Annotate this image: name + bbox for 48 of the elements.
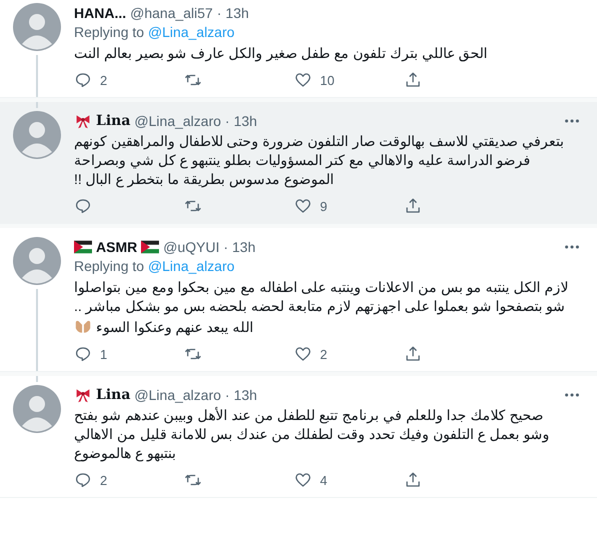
heart-icon[interactable] bbox=[294, 471, 312, 489]
more-icon[interactable] bbox=[563, 118, 581, 124]
like-count: 2 bbox=[320, 346, 328, 362]
user-name[interactable]: HANA... bbox=[74, 4, 126, 20]
separator-dot: · bbox=[223, 238, 228, 254]
like-count: 10 bbox=[320, 72, 334, 88]
avatar[interactable] bbox=[13, 385, 61, 433]
user-name[interactable]: Lina bbox=[96, 386, 130, 402]
user-handle[interactable]: @Lina_alzaro bbox=[134, 112, 222, 128]
user-handle[interactable]: @uQYUI bbox=[163, 238, 220, 254]
share-icon[interactable] bbox=[404, 345, 422, 363]
replying-label: Replying to @Lina_alzaro bbox=[74, 258, 235, 274]
share-icon[interactable] bbox=[404, 71, 422, 89]
reply-count: 2 bbox=[100, 72, 108, 88]
reply-icon[interactable] bbox=[74, 471, 92, 489]
like-count: 9 bbox=[320, 198, 328, 214]
separator-dot: · bbox=[216, 4, 222, 20]
reply-icon[interactable] bbox=[74, 345, 92, 363]
reply-icon[interactable] bbox=[74, 197, 92, 215]
tweet-time[interactable]: 13h bbox=[232, 238, 256, 254]
share-icon[interactable] bbox=[404, 471, 422, 489]
tweet-text: لازم الكل ينتبه مو بس من الاعلانات وينتبه على اطفاله مع مين بحكوا ومع مين بتواصلوا شو بتصفحوا شو بعملوا على اجهزتهم لازم متابعة لحضه بلحضه بس مو بشكل مباشر .. bbox=[74, 279, 568, 314]
tweet-time[interactable]: 13h bbox=[234, 386, 258, 402]
user-handle[interactable]: @Lina_alzaro bbox=[134, 386, 222, 402]
tweet-time[interactable]: 13h bbox=[226, 4, 249, 20]
avatar[interactable] bbox=[13, 237, 61, 285]
separator-dot: · bbox=[225, 386, 230, 402]
more-icon[interactable] bbox=[563, 244, 581, 250]
reply-count: 1 bbox=[100, 346, 108, 362]
separator-dot: · bbox=[225, 112, 230, 128]
tweet-text: الله يبعد عنهم وعنكوا السوء bbox=[96, 319, 254, 335]
heart-icon[interactable] bbox=[294, 71, 312, 89]
share-icon[interactable] bbox=[404, 197, 422, 215]
user-handle[interactable]: @hana_ali57 bbox=[130, 4, 213, 20]
heart-icon[interactable] bbox=[294, 345, 312, 363]
user-name[interactable]: Lina bbox=[96, 112, 130, 128]
user-name[interactable]: ASMR bbox=[96, 238, 138, 254]
replying-label: Replying to @Lina_alzaro bbox=[74, 24, 235, 40]
reply-count: 2 bbox=[100, 472, 108, 488]
heart-icon[interactable] bbox=[294, 197, 312, 215]
more-icon[interactable] bbox=[563, 392, 581, 398]
tweet-text: الحق عاللي بترك تلفون مع طفل صغير والكل عارف شو بصير بعالم النت bbox=[74, 45, 488, 61]
reply-icon[interactable] bbox=[74, 71, 92, 89]
like-count: 4 bbox=[320, 472, 328, 488]
tweet-time[interactable]: 13h bbox=[234, 112, 258, 128]
avatar[interactable] bbox=[13, 3, 61, 51]
tweet-text: صحيح كلامك جدا وللعلم في برنامج تتبع للطفل من عند الأهل وبيبن عندهم شو بفتح وشو بعمل ع التلفون وفيك تحدد وقت لطفلك من عندك بس للامانة قليل من الاهالي بنتبهو ع هالموضوع bbox=[74, 407, 550, 461]
tweet-text: بتعرفي صديقتي للاسف بهالوقت صار التلفون ضرورة وحتى للاطفال والمراهقين كونهم فرضو الدراسة عليه والاهالي مع كتر المسؤوليات بطلو ينتبهو ع كل شي وبصراحة الموضوع مدسوس بطريقة ما بتخطر ع البال !! bbox=[74, 133, 564, 187]
